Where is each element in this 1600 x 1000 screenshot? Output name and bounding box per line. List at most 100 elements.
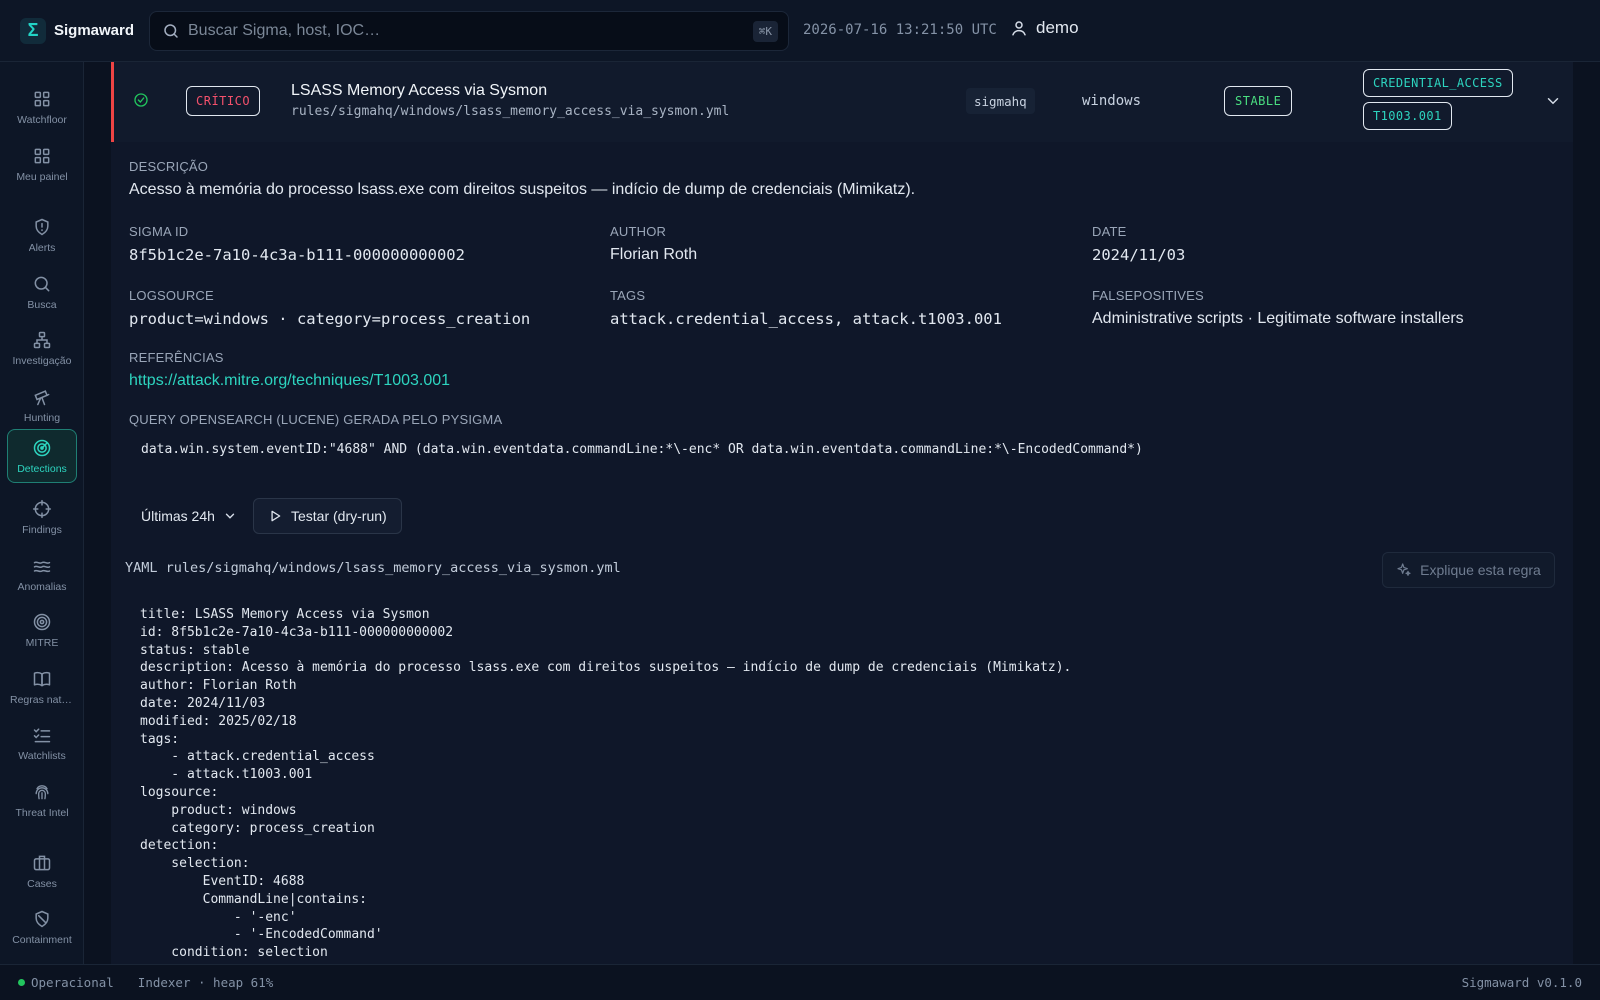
rule-row[interactable]: CRÍTICO LSASS Memory Access via Sysmon r… <box>111 62 1573 142</box>
tags-value: attack.credential_access, attack.t1003.0… <box>610 310 1002 328</box>
sidebar-item-alerts[interactable]: Alerts <box>7 208 77 262</box>
sidebar-item-label: MITRE <box>25 636 59 649</box>
date-label: DATE <box>1092 224 1127 239</box>
sidebar-item-label: Hunting <box>23 411 61 424</box>
description-text: Acesso à memória do processo lsass.exe c… <box>129 181 916 198</box>
scrollbar[interactable] <box>1573 62 1600 964</box>
query-label: QUERY OPENSEARCH (LUCENE) GERADA PELO PY… <box>129 412 503 427</box>
network-icon <box>33 331 51 348</box>
sidebar-item-detections[interactable]: Detections <box>7 429 77 483</box>
sidebar-item-cases[interactable]: Cases <box>7 844 77 898</box>
sidebar-item-busca[interactable]: Busca <box>7 265 77 319</box>
user-icon <box>1012 21 1026 36</box>
sidebar-item-anomalias[interactable]: Anomalias <box>7 547 77 601</box>
explain-rule-button[interactable]: Explique esta regra <box>1382 552 1555 588</box>
reference-link[interactable]: https://attack.mitre.org/techniques/T100… <box>129 372 450 390</box>
dry-run-button[interactable]: Testar (dry-run) <box>253 498 402 534</box>
time-range-select[interactable]: Últimas 24h <box>129 499 247 533</box>
grid-icon <box>34 91 50 106</box>
yaml-label: YAML rules/sigmahq/windows/lsass_memory_… <box>125 560 621 576</box>
author-label: AUTHOR <box>610 224 667 239</box>
global-search[interactable]: ⌘K <box>149 11 789 51</box>
sigma-id-label: SIGMA ID <box>129 224 189 239</box>
list-checks-icon <box>33 727 51 742</box>
sidebar-item-label: Regras nati… <box>10 693 74 706</box>
brand[interactable]: Σ Sigmaward <box>0 17 136 44</box>
sidebar-item-threat-intel[interactable]: Threat Intel <box>7 773 77 827</box>
tag-badge: T1003.001 <box>1363 102 1452 130</box>
sidebar-item-label: Watchlists <box>18 749 66 762</box>
references-label: REFERÊNCIAS <box>129 350 224 365</box>
grid-icon <box>34 148 50 163</box>
sidebar-item-label: Containment <box>12 933 72 946</box>
sidebar-item-label: Investigação <box>12 354 72 367</box>
sidebar-item-mitre[interactable]: MITRE <box>7 603 77 657</box>
crosshair-icon <box>32 499 52 518</box>
rule-title: LSASS Memory Access via Sysmon <box>291 82 548 99</box>
sidebar-item-label: Alerts <box>28 241 56 254</box>
check-circle-icon <box>134 93 148 107</box>
time-range-value: Últimas 24h <box>141 508 215 524</box>
briefcase-icon <box>33 855 51 870</box>
sidebar-item-hunting[interactable]: Hunting <box>7 378 77 432</box>
radar-icon <box>33 439 51 456</box>
user-name: demo <box>1036 18 1079 37</box>
rule-detail-panel: CRÍTICO LSASS Memory Access via Sysmon r… <box>111 62 1573 964</box>
author-value: Florian Roth <box>610 246 698 263</box>
user-menu[interactable]: demo <box>1010 18 1079 38</box>
tags-label: TAGS <box>610 288 646 303</box>
sidebar-item-label: Detections <box>17 462 67 475</box>
description-label: DESCRIÇÃO <box>129 159 209 174</box>
status-dot-icon <box>18 979 25 986</box>
falsepositives-value: Administrative scripts · Legitimate soft… <box>1092 310 1464 327</box>
severity-badge: CRÍTICO <box>186 86 261 116</box>
sidebar-item-label: Watchfloor <box>17 113 67 126</box>
search-icon <box>34 276 50 291</box>
sidebar-item-label: Findings <box>22 523 62 536</box>
clock: 2026-07-16 13:21:50 UTC <box>803 22 997 38</box>
book-icon <box>33 671 51 686</box>
sidebar-item-label: Threat Intel <box>15 806 69 819</box>
sidebar-item-label: Meu painel <box>16 170 68 183</box>
sidebar: Watchfloor Meu painel Alerts Busca Inves… <box>0 62 84 964</box>
fingerprint-icon <box>35 784 49 799</box>
sidebar-item-regras-nativas[interactable]: Regras nati… <box>7 660 77 714</box>
sidebar-item-findings[interactable]: Findings <box>7 490 77 544</box>
sidebar-item-investigacao[interactable]: Investigação <box>7 321 77 375</box>
app-name: Sigmaward <box>54 22 135 39</box>
shield-alert-icon <box>35 218 49 235</box>
shield-off-icon <box>35 910 49 927</box>
dry-run-label: Testar (dry-run) <box>291 508 387 524</box>
sparkles-icon <box>1397 563 1411 576</box>
sigma-logo-icon: Σ <box>20 17 46 44</box>
chevron-down-icon <box>225 513 235 519</box>
sidebar-item-containment[interactable]: Containment <box>7 900 77 954</box>
telescope-icon <box>34 389 50 405</box>
status-badge: STABLE <box>1224 86 1293 116</box>
product-label: windows <box>1082 93 1142 109</box>
app-version: Sigmaward v0.1.0 <box>1461 975 1582 990</box>
source-chip: sigmahq <box>966 88 1035 114</box>
logsource-label: LOGSOURCE <box>129 288 214 303</box>
search-icon <box>164 24 178 38</box>
tag-badge: CREDENTIAL_ACCESS <box>1363 69 1513 97</box>
chevron-down-icon[interactable] <box>1544 92 1562 110</box>
logsource-value: product=windows · category=process_creat… <box>129 310 531 328</box>
sidebar-item-watchlists[interactable]: Watchlists <box>7 716 77 770</box>
sidebar-item-meu-painel[interactable]: Meu painel <box>7 137 77 191</box>
play-icon <box>271 510 281 522</box>
indexer-status: Indexer · heap 61% <box>137 975 274 990</box>
system-status: Operacional <box>31 975 114 990</box>
query-code: data.win.system.eventID:"4688" AND (data… <box>141 441 1143 457</box>
status-bar: Operacional Indexer · heap 61% Sigmaward… <box>0 964 1600 1000</box>
target-icon <box>33 613 51 630</box>
sidebar-item-label: Cases <box>27 877 57 890</box>
sidebar-item-label: Busca <box>27 298 57 311</box>
top-bar: Σ Sigmaward ⌘K 2026-07-16 13:21:50 UTC d… <box>0 0 1600 62</box>
date-value: 2024/11/03 <box>1092 246 1186 264</box>
waves-icon <box>33 560 51 572</box>
sidebar-item-watchfloor[interactable]: Watchfloor <box>7 80 77 134</box>
falsepositives-label: FALSEPOSITIVES <box>1092 288 1204 303</box>
search-input[interactable] <box>188 22 753 40</box>
yaml-code: title: LSASS Memory Access via Sysmon id… <box>140 607 1072 961</box>
